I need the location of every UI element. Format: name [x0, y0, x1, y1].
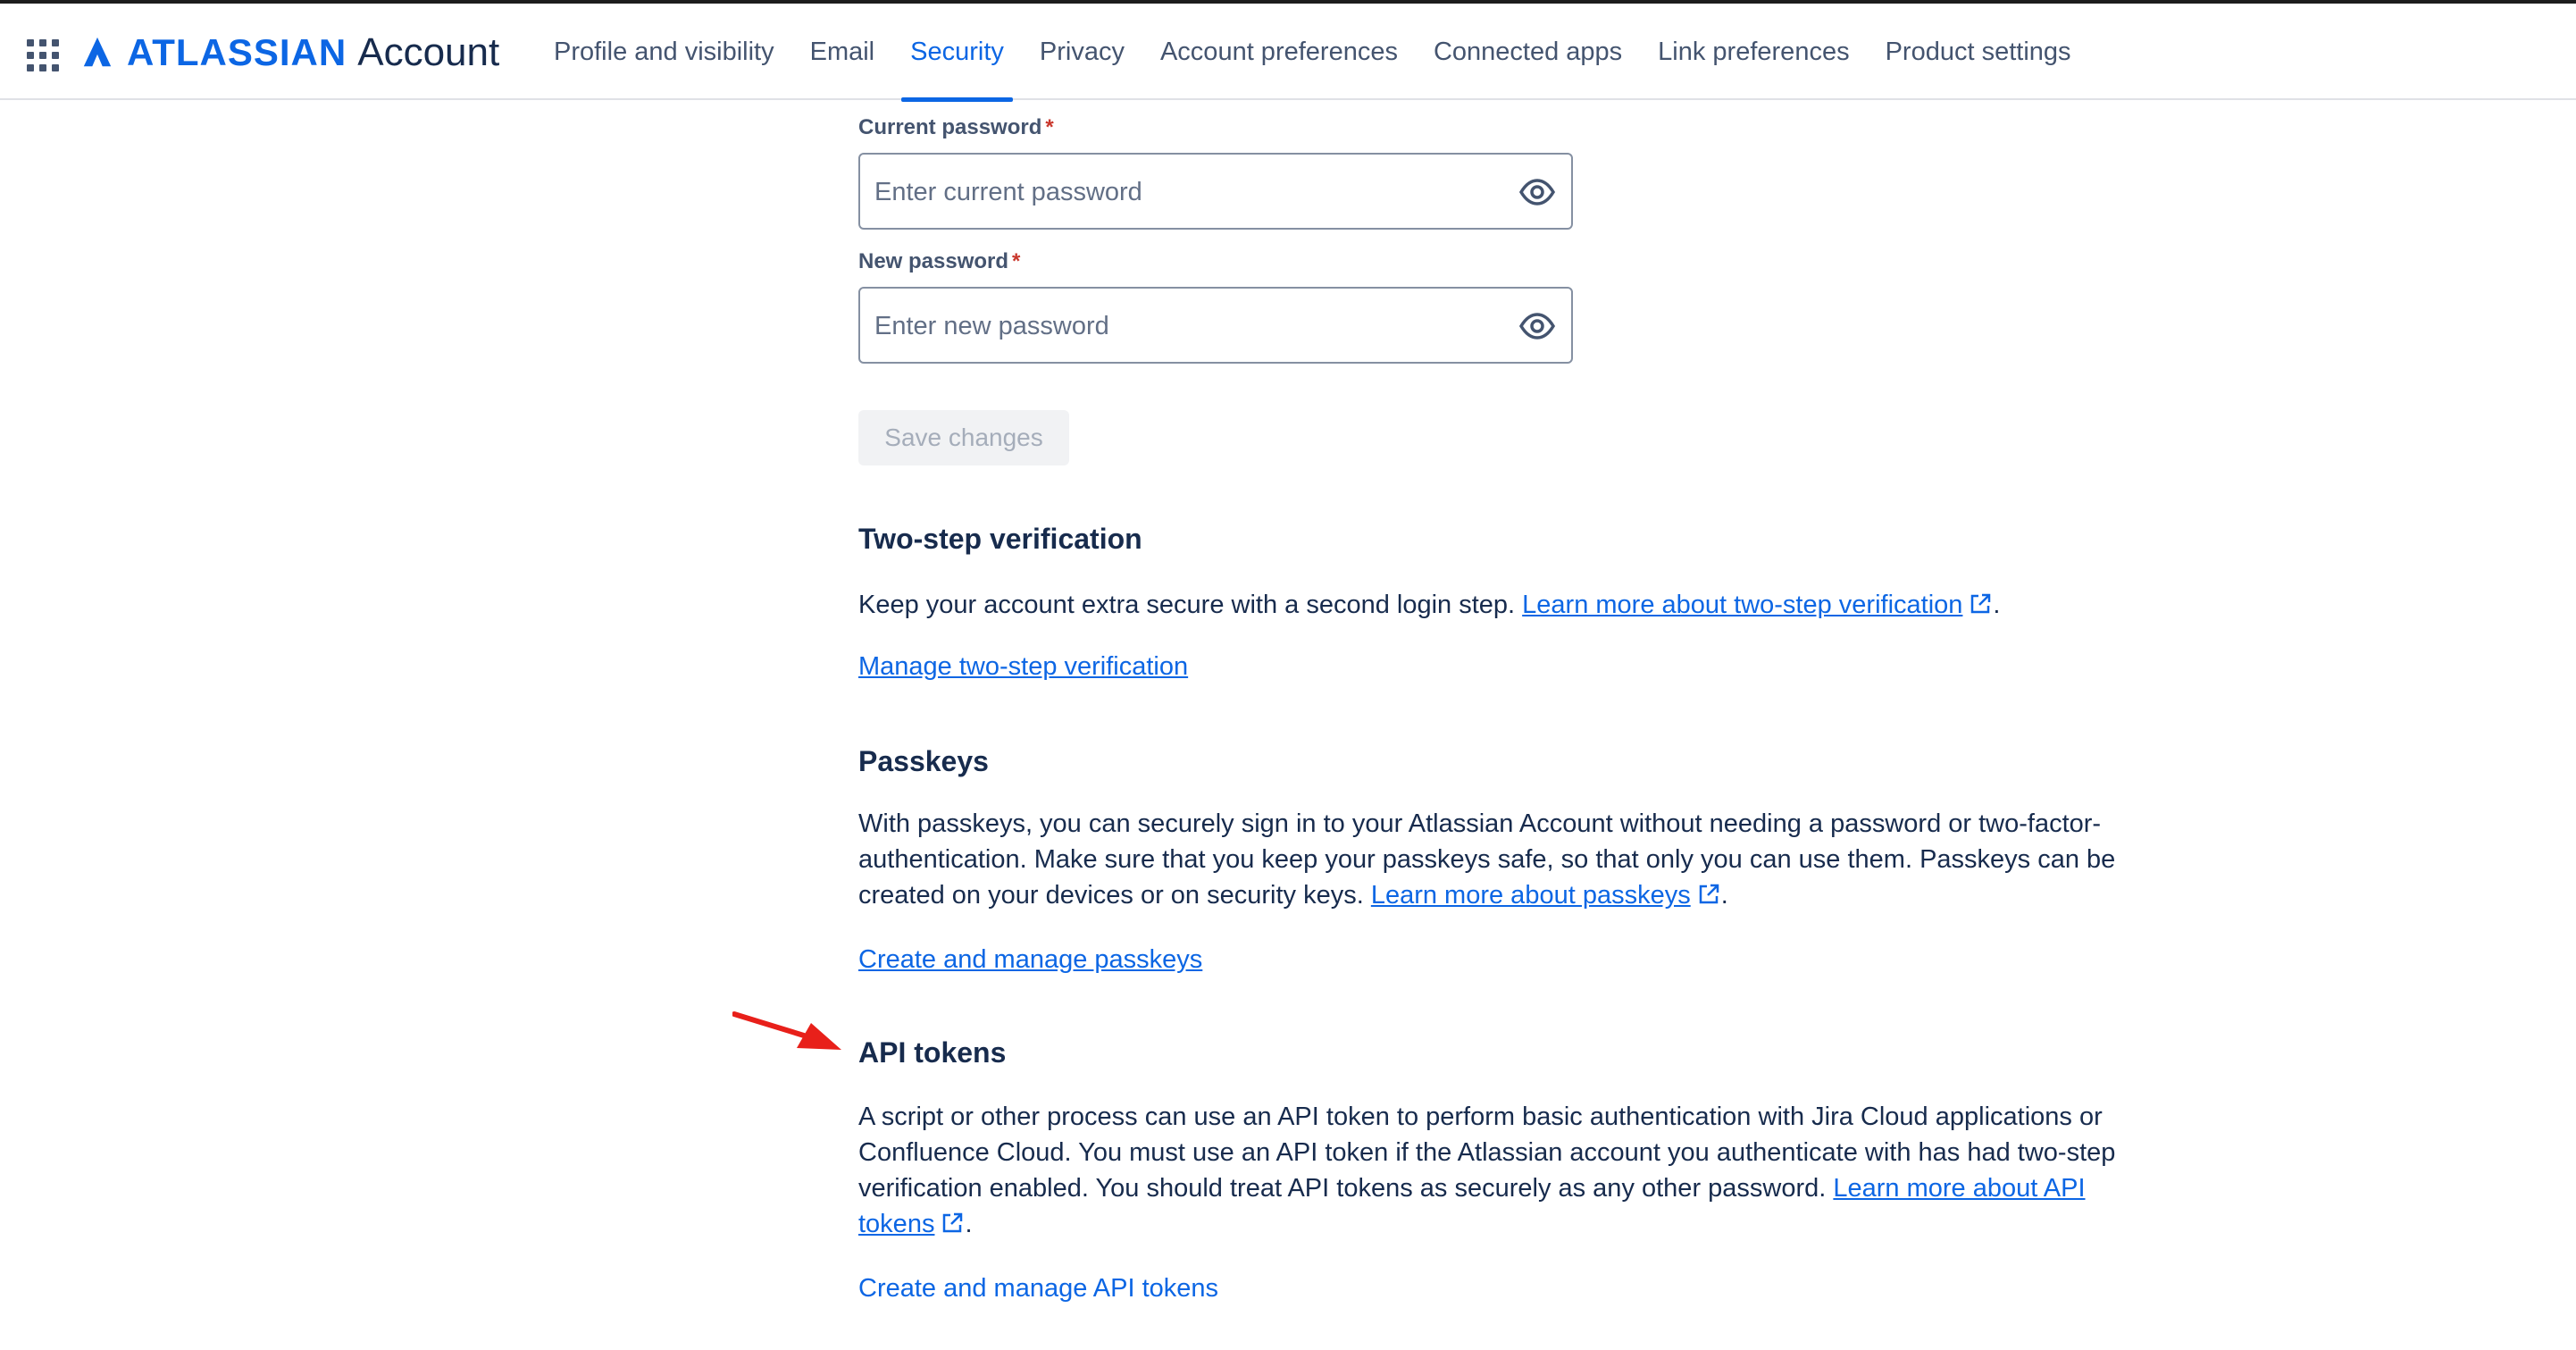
tab-product-settings[interactable]: Product settings — [1868, 4, 2089, 100]
tab-security[interactable]: Security — [892, 4, 1022, 102]
api-tokens-description: A script or other process can use an API… — [858, 1099, 2171, 1242]
passkeys-text-line-1: With passkeys, you can securely sign in … — [858, 809, 2102, 838]
two-step-text: Keep your account extra secure with a se… — [858, 591, 1523, 619]
tab-email[interactable]: Email — [792, 4, 893, 100]
product-name: Account — [357, 30, 500, 74]
manage-two-step-link[interactable]: Manage two-step verification — [858, 652, 1188, 681]
api-tokens-title: API tokens — [858, 1036, 1007, 1069]
eye-icon[interactable] — [1518, 172, 1557, 212]
tab-link-preferences[interactable]: Link preferences — [1640, 4, 1867, 100]
create-manage-passkeys-link[interactable]: Create and manage passkeys — [858, 945, 1202, 974]
create-manage-api-tokens-link[interactable]: Create and manage API tokens — [858, 1274, 1218, 1303]
red-arrow-icon — [732, 1011, 841, 1050]
external-link-icon[interactable] — [1968, 591, 1993, 616]
current-password-field — [858, 153, 1573, 230]
manage-api-tokens-link-row: Create and manage API tokens — [858, 1274, 1218, 1304]
passkeys-text-line-3-row: created on your devices or on security k… — [858, 877, 2171, 913]
passkeys-suffix: . — [1720, 881, 1728, 910]
new-password-label: New password * — [858, 249, 1020, 274]
save-changes-button[interactable]: Save changes — [858, 410, 1069, 465]
api-tokens-suffix: . — [965, 1210, 973, 1238]
passkeys-learn-more-link[interactable]: Learn more about passkeys — [1371, 881, 1691, 910]
atlassian-account-logo[interactable]: ATLASSIAN Account — [80, 30, 499, 75]
two-step-learn-more-link[interactable]: Learn more about two-step verification — [1522, 591, 1962, 619]
app-switcher-grid-icon[interactable] — [27, 39, 59, 71]
api-tokens-text-line-4-row: tokens. — [858, 1206, 2171, 1242]
passkeys-title: Passkeys — [858, 745, 989, 777]
top-navigation-bar: ATLASSIAN Account Profile and visibility… — [0, 4, 2576, 102]
new-password-input[interactable] — [873, 289, 1484, 364]
external-link-icon[interactable] — [940, 1211, 965, 1236]
manage-passkeys-link-row: Create and manage passkeys — [858, 945, 1202, 975]
required-marker: * — [1045, 115, 1054, 139]
current-password-label-text: Current password — [858, 115, 1042, 139]
tab-account-preferences[interactable]: Account preferences — [1142, 4, 1416, 100]
required-marker: * — [1012, 249, 1021, 273]
brand-wordmark: ATLASSIAN — [127, 31, 347, 73]
two-step-suffix: . — [1993, 591, 2001, 619]
passkeys-text-line-2: authentication. Make sure that you keep … — [858, 845, 2116, 874]
external-link-icon[interactable] — [1696, 882, 1721, 907]
current-password-label: Current password * — [858, 115, 1054, 140]
two-step-title: Two-step verification — [858, 523, 1142, 555]
manage-two-step-link-row: Manage two-step verification — [858, 652, 1188, 682]
api-tokens-learn-more-link[interactable]: Learn more about API — [1833, 1174, 2085, 1203]
api-tokens-text-line-3-row: verification enabled. You should treat A… — [858, 1170, 2171, 1206]
main-nav-tabs: Profile and visibility Email Security Pr… — [536, 4, 2089, 102]
eye-icon[interactable] — [1518, 306, 1557, 346]
api-tokens-text-line-2: Confluence Cloud. You must use an API to… — [858, 1138, 2116, 1167]
passkeys-description: With passkeys, you can securely sign in … — [858, 806, 2171, 913]
passkeys-text-line-3: created on your devices or on security k… — [858, 881, 1371, 910]
tab-profile-and-visibility[interactable]: Profile and visibility — [536, 4, 792, 100]
atlassian-logo-icon — [83, 37, 112, 67]
new-password-label-text: New password — [858, 249, 1009, 273]
tab-connected-apps[interactable]: Connected apps — [1416, 4, 1640, 100]
api-tokens-learn-more-link-continued[interactable]: tokens — [858, 1210, 934, 1238]
tab-privacy[interactable]: Privacy — [1022, 4, 1142, 100]
two-step-description: Keep your account extra secure with a se… — [858, 587, 2171, 623]
new-password-field — [858, 287, 1573, 364]
api-tokens-text-line-1: A script or other process can use an API… — [858, 1103, 2103, 1131]
api-tokens-text-line-3: verification enabled. You should treat A… — [858, 1174, 1834, 1203]
current-password-input[interactable] — [873, 155, 1484, 230]
